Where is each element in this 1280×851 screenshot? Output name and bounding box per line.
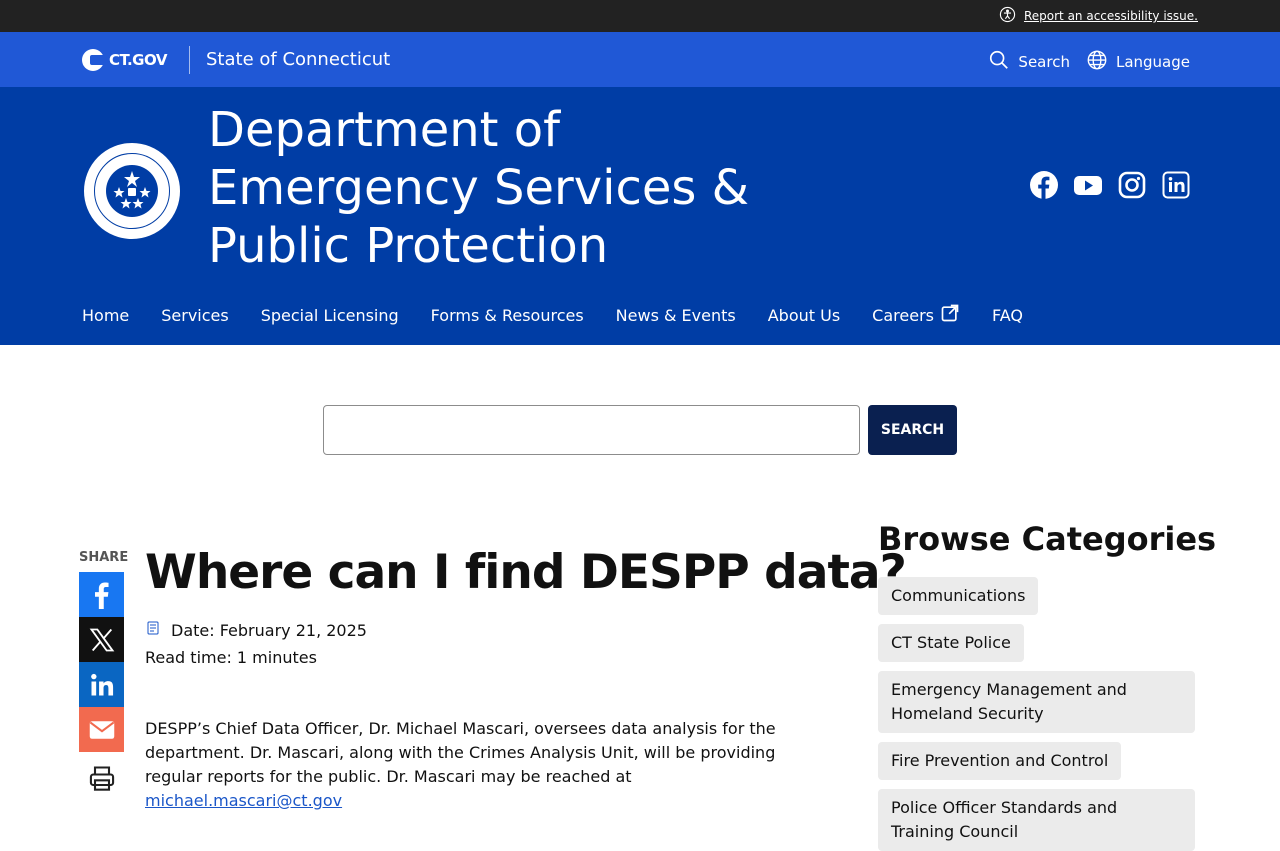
agency-title-line-3: Public Protection: [208, 218, 609, 274]
category-communications[interactable]: Communications: [878, 577, 1039, 615]
article-read-time: Read time: 1 minutes: [145, 648, 317, 667]
search-icon: [988, 49, 1010, 75]
linkedin-icon: [90, 673, 113, 695]
ct-gov-logo[interactable]: CT.GOV: [82, 49, 167, 71]
nav-careers[interactable]: Careers: [872, 303, 960, 327]
ct-gov-bar: CT.GOV State of Connecticut Search Langu…: [0, 32, 1280, 87]
share-x-button[interactable]: [79, 617, 124, 662]
language-label: Language: [1115, 53, 1190, 71]
category-list: Communications CT State Police Emergency…: [878, 577, 1195, 851]
accessibility-icon: [999, 6, 1016, 26]
agency-title-line-1: Department of: [208, 102, 560, 158]
email-link[interactable]: michael.mascari@ct.gov: [145, 791, 342, 810]
email-icon: [89, 720, 114, 739]
nav-careers-label: Careers: [872, 305, 934, 325]
nav-home[interactable]: Home: [82, 303, 129, 327]
ct-search-button[interactable]: Search: [988, 49, 1070, 75]
accessibility-link-text[interactable]: Report an accessibility issue.: [1024, 9, 1198, 23]
article-title: Where can I find DESPP data?: [145, 545, 907, 600]
ct-search-label: Search: [1018, 53, 1070, 71]
ct-divider: [189, 46, 190, 74]
seal-stars-icon: [113, 171, 151, 209]
utility-bar: Report an accessibility issue.: [0, 0, 1280, 32]
state-name-link[interactable]: State of Connecticut: [206, 49, 390, 70]
instagram-icon[interactable]: [1118, 171, 1146, 199]
social-links: [1030, 171, 1190, 199]
print-button[interactable]: [79, 755, 124, 800]
share-label: SHARE: [79, 550, 129, 565]
site-search: SEARCH: [323, 405, 957, 455]
agency-header: Department of Emergency Services & Publi…: [0, 87, 1280, 345]
share-email-button[interactable]: [79, 707, 124, 752]
browse-categories-title: Browse Categories: [878, 520, 1217, 558]
nav-faq[interactable]: FAQ: [992, 303, 1023, 327]
nav-about-us[interactable]: About Us: [768, 303, 840, 327]
article-body: DESPP’s Chief Data Officer, Dr. Michael …: [145, 717, 825, 813]
accessibility-report-link[interactable]: Report an accessibility issue.: [999, 6, 1198, 26]
facebook-icon: [94, 582, 109, 609]
ct-tools: Search Language: [988, 49, 1190, 75]
nav-forms-resources[interactable]: Forms & Resources: [431, 303, 584, 327]
seal-core: [106, 165, 158, 217]
agency-seal-logo[interactable]: [82, 141, 182, 241]
youtube-icon[interactable]: [1074, 171, 1102, 199]
linkedin-icon[interactable]: [1162, 171, 1190, 199]
article-date-text: Date: February 21, 2025: [171, 620, 367, 640]
facebook-icon[interactable]: [1030, 171, 1058, 199]
agency-title[interactable]: Department of Emergency Services & Publi…: [208, 101, 808, 275]
x-icon: [89, 628, 114, 651]
article-body-text: DESPP’s Chief Data Officer, Dr. Michael …: [145, 719, 776, 786]
site-search-button[interactable]: SEARCH: [868, 405, 957, 455]
agency-title-line-2: Emergency Services &: [208, 160, 750, 216]
language-button[interactable]: Language: [1086, 49, 1190, 75]
nav-services[interactable]: Services: [161, 303, 228, 327]
category-emergency-management[interactable]: Emergency Management and Homeland Securi…: [878, 671, 1195, 733]
nav-special-licensing[interactable]: Special Licensing: [261, 303, 399, 327]
share-linkedin-button[interactable]: [79, 662, 124, 707]
category-fire-prevention[interactable]: Fire Prevention and Control: [878, 742, 1122, 780]
share-facebook-button[interactable]: [79, 572, 124, 617]
site-search-input[interactable]: [323, 405, 860, 455]
article-date: Date: February 21, 2025: [145, 620, 367, 640]
printer-icon: [89, 765, 114, 791]
main-nav: Home Services Special Licensing Forms & …: [82, 303, 1023, 327]
category-ct-state-police[interactable]: CT State Police: [878, 624, 1024, 662]
calendar-icon: [145, 620, 161, 640]
category-post-council[interactable]: Police Officer Standards and Training Co…: [878, 789, 1195, 851]
external-link-icon: [940, 303, 960, 327]
ct-logo-icon: [82, 49, 104, 71]
globe-icon: [1086, 49, 1108, 75]
ct-logo-text: CT.GOV: [109, 51, 167, 69]
nav-news-events[interactable]: News & Events: [616, 303, 736, 327]
